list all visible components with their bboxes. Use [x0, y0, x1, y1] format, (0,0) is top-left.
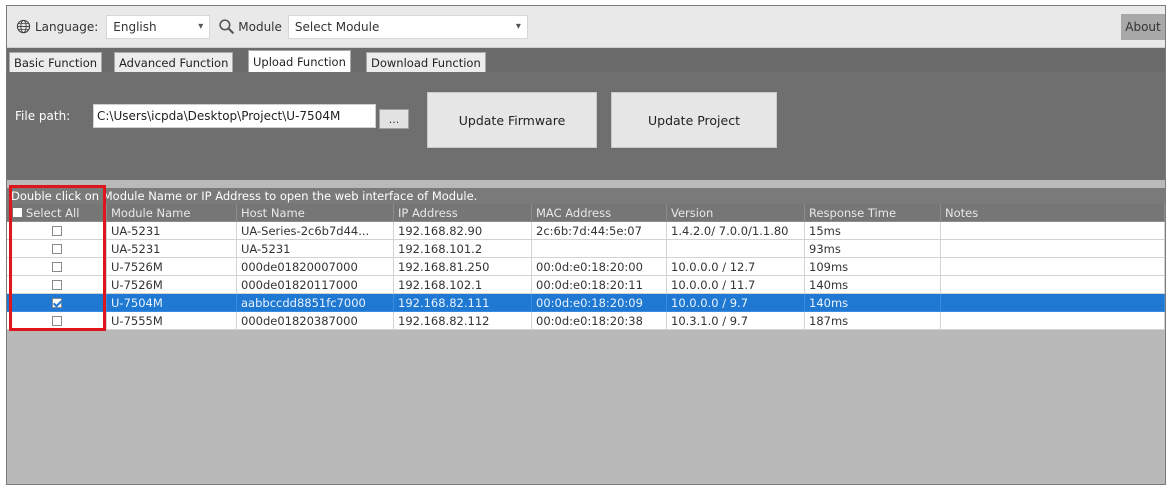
row-checkbox-cell[interactable]: [7, 240, 107, 258]
mac-address-cell[interactable]: 00:0d:e0:18:20:09: [532, 294, 667, 312]
about-button[interactable]: About: [1121, 14, 1165, 40]
host-name-cell[interactable]: UA-Series-2c6b7d44...: [237, 222, 394, 240]
module-name-cell[interactable]: UA-5231: [107, 240, 237, 258]
row-checkbox-cell[interactable]: [7, 294, 107, 312]
notes-cell[interactable]: [941, 276, 1165, 294]
mac-address-cell[interactable]: [532, 240, 667, 258]
table-row[interactable]: U-7504M aabbccdd8851fc7000 192.168.82.111 0…: [7, 294, 1165, 312]
module-table: Select All Module Name Host Name IP Addr…: [7, 204, 1165, 330]
row-checkbox[interactable]: [51, 243, 62, 254]
select-all-checkbox[interactable]: [13, 208, 22, 217]
table-row[interactable]: UA-5231 UA-5231 192.168.101.2 93ms: [7, 240, 1165, 258]
table-body: UA-5231 UA-Series-2c6b7d44... 192.168.82.9…: [7, 222, 1165, 330]
column-ip-address[interactable]: IP Address: [394, 204, 532, 222]
column-host-name[interactable]: Host Name: [237, 204, 394, 222]
column-module-name[interactable]: Module Name: [107, 204, 237, 222]
search-icon: [216, 17, 236, 37]
module-name-cell[interactable]: U-7555M: [107, 312, 237, 330]
ip-address-cell[interactable]: 192.168.102.1: [394, 276, 532, 294]
mac-address-cell[interactable]: 2c:6b:7d:44:5e:07: [532, 222, 667, 240]
table-row[interactable]: UA-5231 UA-Series-2c6b7d44... 192.168.82.9…: [7, 222, 1165, 240]
version-cell[interactable]: 10.0.0.0 / 11.7: [667, 276, 805, 294]
module-name-cell[interactable]: U-7526M: [107, 276, 237, 294]
host-name-cell[interactable]: 000de01820117000: [237, 276, 394, 294]
response-time-cell[interactable]: 15ms: [805, 222, 941, 240]
language-label: Language:: [35, 19, 99, 34]
notes-cell[interactable]: [941, 312, 1165, 330]
host-name-cell[interactable]: 000de01820387000: [237, 312, 394, 330]
module-select[interactable]: Select Module ▾: [287, 14, 528, 39]
module-label: Module: [238, 19, 282, 34]
row-checkbox[interactable]: [51, 225, 62, 236]
hint-text: Double click on Module Name or IP Addres…: [7, 188, 1165, 204]
table-row[interactable]: U-7526M 000de01820007000 192.168.81.250 00:…: [7, 258, 1165, 276]
notes-cell[interactable]: [941, 294, 1165, 312]
ip-address-cell[interactable]: 192.168.82.112: [394, 312, 532, 330]
row-checkbox[interactable]: [51, 315, 62, 326]
table-row[interactable]: U-7526M 000de01820117000 192.168.102.1 00:0…: [7, 276, 1165, 294]
response-time-cell[interactable]: 140ms: [805, 294, 941, 312]
host-name-cell[interactable]: aabbccdd8851fc7000: [237, 294, 394, 312]
column-response-time[interactable]: Response Time: [805, 204, 941, 222]
row-checkbox-cell[interactable]: [7, 258, 107, 276]
update-firmware-button[interactable]: Update Firmware: [427, 92, 597, 148]
host-name-cell[interactable]: UA-5231: [237, 240, 394, 258]
ip-address-cell[interactable]: 192.168.101.2: [394, 240, 532, 258]
top-toolbar: Language: English ▾ Module Select Module…: [7, 6, 1165, 48]
version-cell[interactable]: 10.0.0.0 / 9.7: [667, 294, 805, 312]
response-time-cell[interactable]: 93ms: [805, 240, 941, 258]
host-name-cell[interactable]: 000de01820007000: [237, 258, 394, 276]
row-checkbox-cell[interactable]: [7, 312, 107, 330]
ip-address-cell[interactable]: 192.168.82.111: [394, 294, 532, 312]
browse-button[interactable]: ...: [379, 109, 409, 129]
response-time-cell[interactable]: 187ms: [805, 312, 941, 330]
mac-address-cell[interactable]: 00:0d:e0:18:20:38: [532, 312, 667, 330]
module-value: Select Module: [294, 19, 380, 34]
column-version[interactable]: Version: [667, 204, 805, 222]
row-checkbox[interactable]: [51, 261, 62, 272]
ip-address-cell[interactable]: 192.168.82.90: [394, 222, 532, 240]
app-window: Language: English ▾ Module Select Module…: [6, 5, 1166, 485]
ip-address-cell[interactable]: 192.168.81.250: [394, 258, 532, 276]
tab-download-function[interactable]: Download Function: [366, 52, 486, 72]
version-cell[interactable]: 10.0.0.0 / 12.7: [667, 258, 805, 276]
notes-cell[interactable]: [941, 240, 1165, 258]
mac-address-cell[interactable]: 00:0d:e0:18:20:11: [532, 276, 667, 294]
mac-address-cell[interactable]: 00:0d:e0:18:20:00: [532, 258, 667, 276]
chevron-down-icon: ▾: [515, 20, 521, 32]
tab-upload-function[interactable]: Upload Function: [248, 50, 351, 72]
module-name-cell[interactable]: UA-5231: [107, 222, 237, 240]
notes-cell[interactable]: [941, 258, 1165, 276]
select-all-header[interactable]: Select All: [7, 204, 107, 222]
language-value: English: [113, 19, 157, 34]
table-row[interactable]: U-7555M 000de01820387000 192.168.82.112 00:…: [7, 312, 1165, 330]
tab-advanced-function[interactable]: Advanced Function: [114, 52, 234, 72]
row-checkbox-cell[interactable]: [7, 276, 107, 294]
column-notes[interactable]: Notes: [941, 204, 1165, 222]
globe-icon: [13, 17, 33, 37]
version-cell[interactable]: [667, 240, 805, 258]
version-cell[interactable]: 1.4.2.0/ 7.0.0/1.1.80: [667, 222, 805, 240]
module-name-cell[interactable]: U-7504M: [107, 294, 237, 312]
tab-basic-function[interactable]: Basic Function: [9, 52, 103, 72]
select-all-label: Select All: [26, 205, 80, 220]
file-path-label: File path:: [15, 109, 71, 123]
notes-cell[interactable]: [941, 222, 1165, 240]
row-checkbox[interactable]: [51, 297, 62, 308]
row-checkbox[interactable]: [51, 279, 62, 290]
version-cell[interactable]: 10.3.1.0 / 9.7: [667, 312, 805, 330]
file-path-input[interactable]: C:\Users\icpda\Desktop\Project\U-7504M: [93, 104, 376, 128]
upload-panel: File path: C:\Users\icpda\Desktop\Projec…: [7, 72, 1165, 180]
language-select[interactable]: English ▾: [106, 14, 211, 39]
response-time-cell[interactable]: 140ms: [805, 276, 941, 294]
column-mac-address[interactable]: MAC Address: [532, 204, 667, 222]
module-name-cell[interactable]: U-7526M: [107, 258, 237, 276]
table-header: Select All Module Name Host Name IP Addr…: [7, 204, 1165, 222]
chevron-down-icon: ▾: [198, 20, 204, 32]
tab-bar: Basic Function Advanced Function Upload …: [7, 48, 1165, 72]
row-checkbox-cell[interactable]: [7, 222, 107, 240]
update-project-button[interactable]: Update Project: [611, 92, 777, 148]
response-time-cell[interactable]: 109ms: [805, 258, 941, 276]
